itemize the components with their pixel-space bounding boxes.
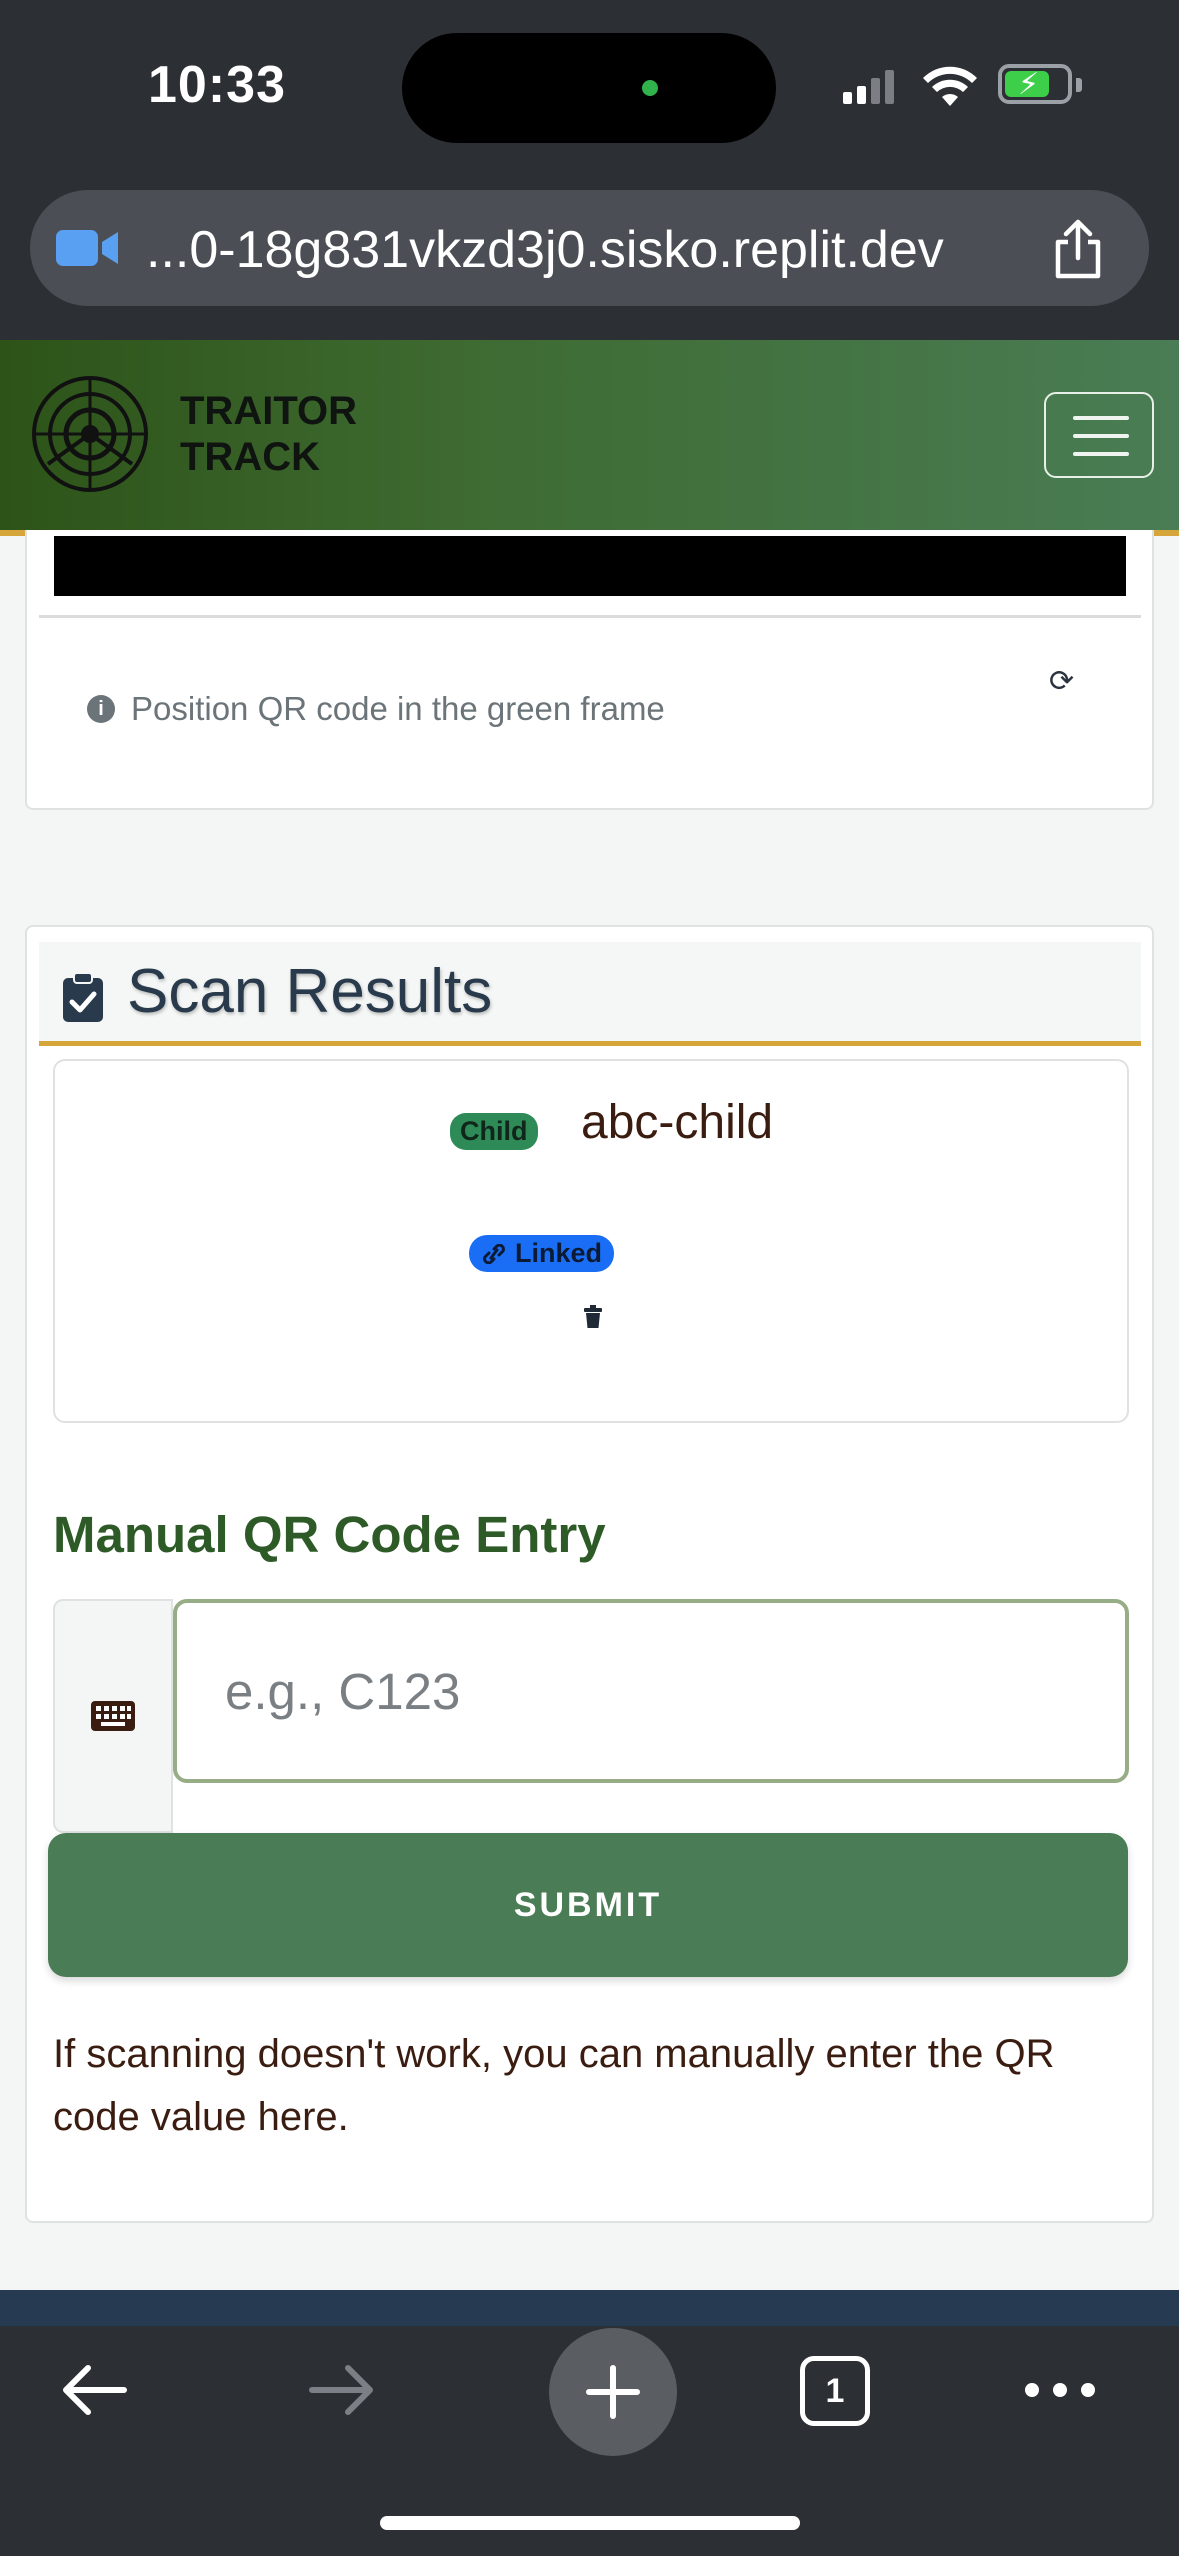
- divider: [39, 615, 1141, 618]
- cellular-signal-icon: [843, 70, 894, 104]
- tabs-icon[interactable]: 1: [800, 2356, 870, 2426]
- brand-line1: TRAITOR: [180, 389, 358, 433]
- type-badge: Child: [450, 1113, 538, 1150]
- scan-result-item: Child abc-child Linked: [53, 1059, 1129, 1423]
- video-camera-icon: [56, 230, 118, 266]
- status-time: 10:33: [148, 56, 286, 114]
- battery-tip: [1076, 78, 1082, 92]
- camera-indicator-dot: [642, 80, 658, 96]
- keyboard-icon: [91, 1701, 135, 1731]
- page-footer: [0, 2290, 1179, 2326]
- more-icon[interactable]: [1024, 2382, 1096, 2398]
- scanner-card: i Position QR code in the green frame ⟳: [25, 530, 1154, 810]
- submit-button[interactable]: SUBMIT: [48, 1833, 1128, 1977]
- home-indicator: [380, 2516, 800, 2530]
- wifi-icon: [923, 66, 977, 106]
- camera-preview[interactable]: [54, 536, 1126, 596]
- scanner-hint: i Position QR code in the green frame: [87, 690, 665, 728]
- radar-logo-icon[interactable]: [30, 374, 150, 494]
- browser-top-chrome: 10:33 ⚡ ...0-18g831vkzd3j0.sisko.replit.…: [0, 0, 1179, 340]
- url-bar[interactable]: ...0-18g831vkzd3j0.sisko.replit.dev: [30, 190, 1149, 306]
- manual-entry-title: Manual QR Code Entry: [53, 1506, 606, 1563]
- clipboard-check-icon: [63, 972, 103, 1022]
- result-code: abc-child: [581, 1096, 774, 1149]
- forward-arrow-icon[interactable]: [306, 2360, 378, 2420]
- back-arrow-icon[interactable]: [58, 2360, 130, 2420]
- input-addon: [53, 1599, 173, 1833]
- scan-results-title: Scan Results: [127, 957, 493, 1026]
- info-icon: i: [87, 695, 115, 723]
- status-badge: Linked: [469, 1235, 615, 1272]
- trash-icon[interactable]: [583, 1305, 603, 1329]
- scanner-hint-text: Position QR code in the green frame: [131, 690, 665, 727]
- plus-icon: [586, 2365, 640, 2419]
- dynamic-island: [402, 33, 776, 143]
- manual-entry-help: If scanning doesn't work, you can manual…: [53, 2032, 1055, 2139]
- qr-code-input[interactable]: [173, 1599, 1129, 1783]
- scan-results-card: Scan Results Child abc-child Linked Manu…: [25, 925, 1154, 2223]
- hamburger-menu-icon[interactable]: [1044, 392, 1154, 478]
- brand-name[interactable]: TRAITOR TRACK: [180, 388, 357, 480]
- link-icon: [483, 1243, 505, 1264]
- status-badge-label: Linked: [515, 1238, 603, 1268]
- share-icon[interactable]: [1050, 218, 1106, 280]
- battery-icon: ⚡: [998, 64, 1072, 104]
- app-navbar: TRAITOR TRACK: [0, 340, 1179, 536]
- new-tab-button[interactable]: [536, 2328, 690, 2456]
- refresh-icon[interactable]: ⟳: [1049, 664, 1074, 699]
- manual-entry-input-group: [53, 1599, 1129, 1833]
- url-text: ...0-18g831vkzd3j0.sisko.replit.dev: [146, 221, 944, 279]
- brand-line2: TRACK: [180, 435, 320, 479]
- scan-results-header: Scan Results: [39, 942, 1141, 1046]
